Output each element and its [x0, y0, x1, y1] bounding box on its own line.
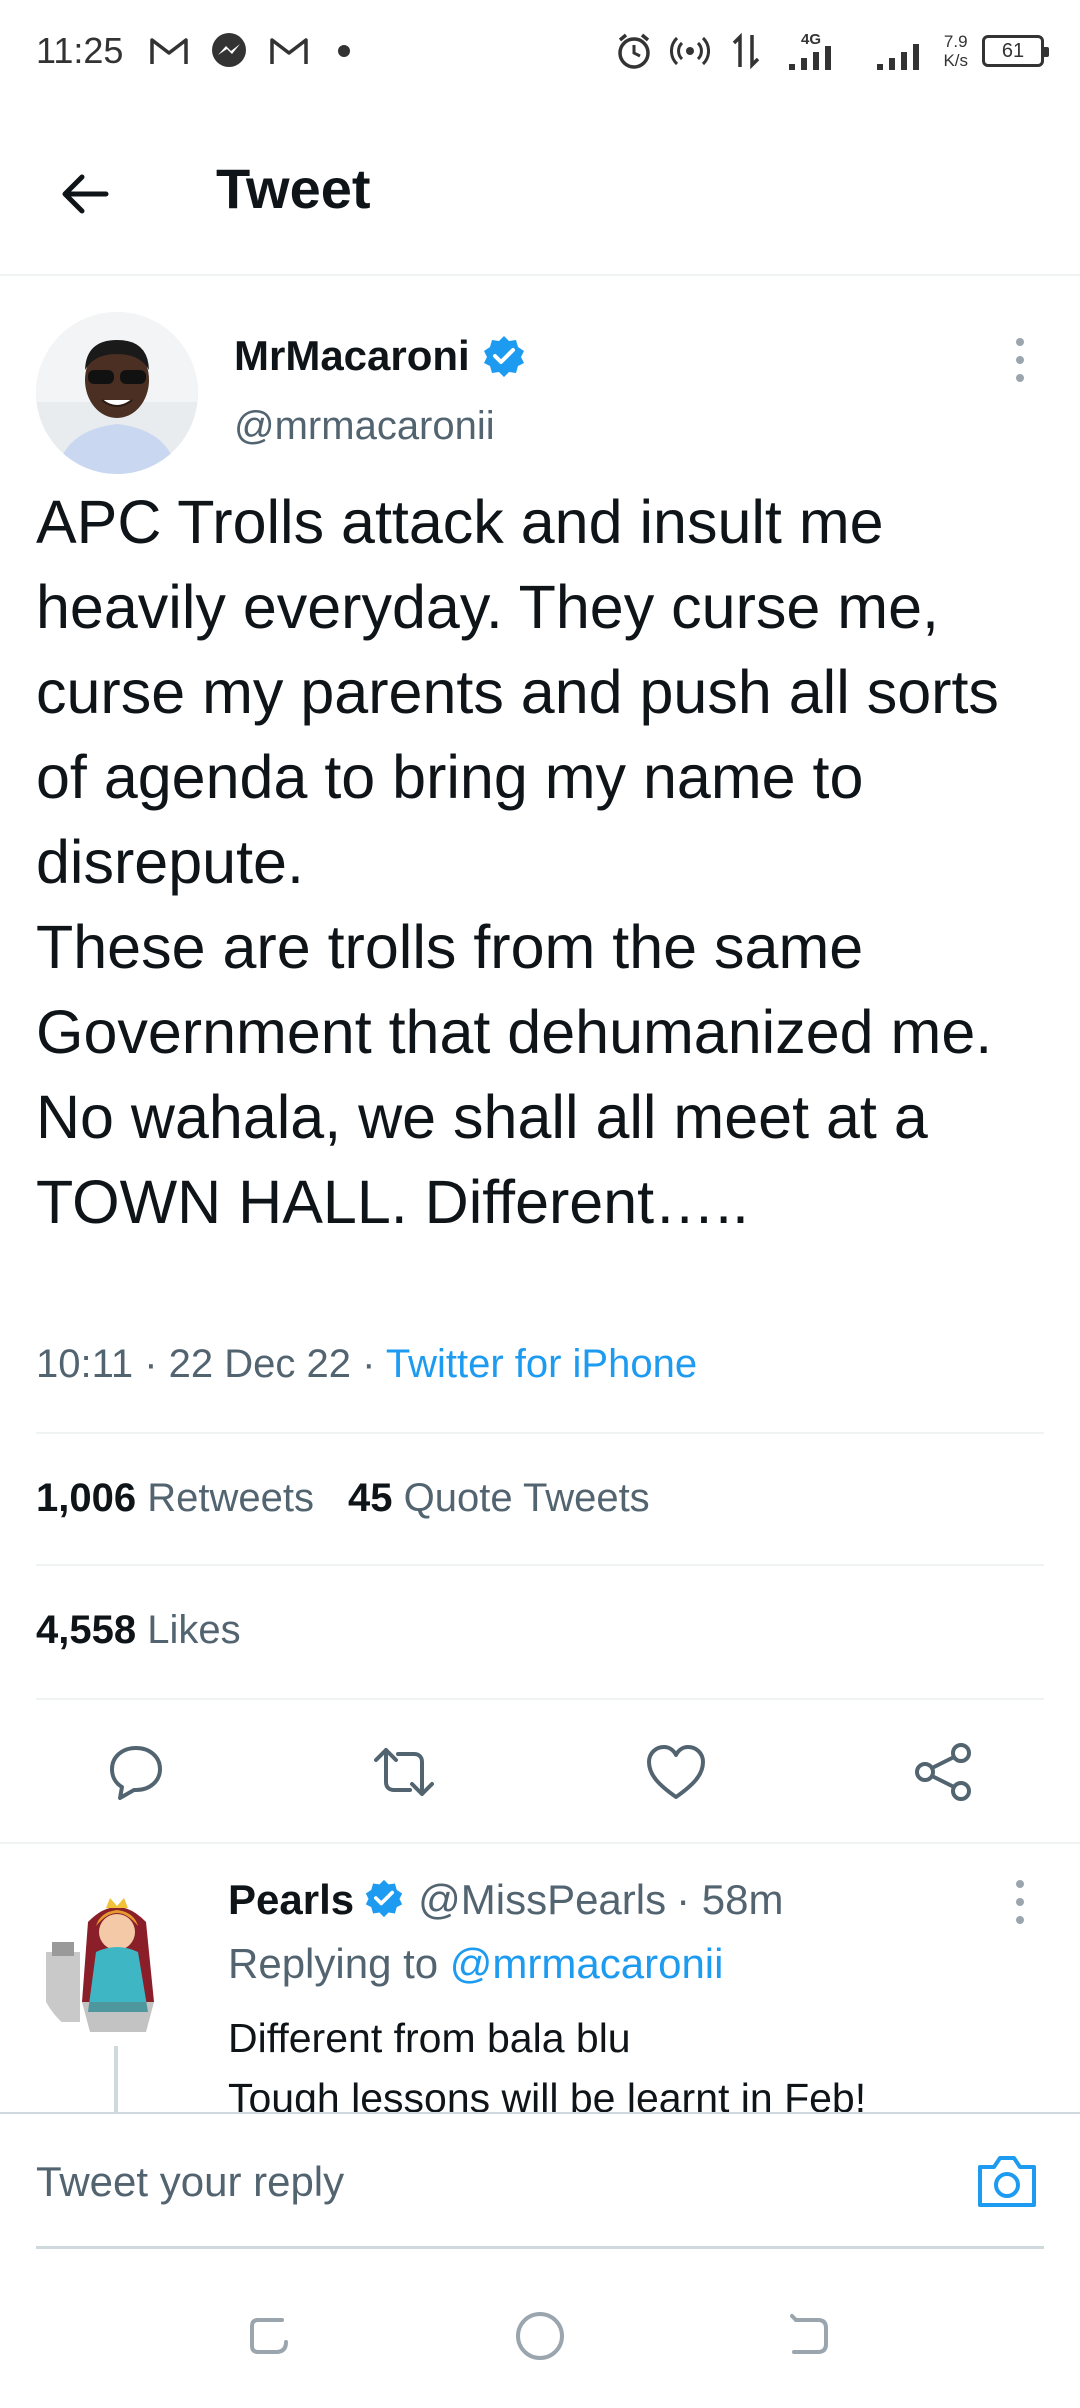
share-icon: [915, 1743, 971, 1801]
more-dot: [1016, 1916, 1024, 1924]
reply-button[interactable]: [104, 1740, 168, 1804]
data-transfer-icon: [725, 30, 767, 72]
reply-compose-bar: Tweet your reply: [0, 2112, 1080, 2249]
gmail-icon: [148, 30, 190, 72]
camera-icon: [978, 2156, 1036, 2207]
replying-to: Replying to @mrmacaronii: [228, 1940, 724, 1987]
avatar-image: [36, 1882, 198, 2044]
camera-button[interactable]: [976, 2152, 1038, 2210]
more-dot: [1016, 356, 1024, 364]
back-button[interactable]: [48, 158, 120, 230]
home-icon: [516, 2312, 564, 2360]
tweet-timestamp: 10:11 · 22 Dec 22 ·: [36, 1342, 386, 1386]
tweet-source-link[interactable]: Twitter for iPhone: [386, 1342, 697, 1386]
author-avatar[interactable]: [36, 312, 198, 474]
network-speed: 7.9 K/s: [943, 32, 968, 70]
signal-icon: [873, 30, 929, 72]
arrow-left-icon: [62, 174, 109, 214]
top-app-bar: Tweet: [0, 108, 1080, 276]
messenger-icon: [208, 30, 250, 72]
reply-author-avatar[interactable]: [36, 1882, 198, 2044]
more-options-button[interactable]: [1000, 338, 1040, 382]
compose-underline: [36, 2246, 1044, 2249]
like-button[interactable]: [644, 1740, 708, 1804]
signal-4g-icon: 4G: [781, 30, 859, 72]
battery-icon: 61: [982, 35, 1049, 67]
retweet-button[interactable]: [372, 1740, 436, 1804]
tweet-metadata: 10:11 · 22 Dec 22 · Twitter for iPhone: [36, 1342, 697, 1387]
thread-line: [114, 2046, 118, 2116]
reply-author-handle[interactable]: @MissPearls: [418, 1876, 666, 1924]
verified-badge-icon: [364, 1878, 408, 1922]
share-button[interactable]: [912, 1740, 976, 1804]
more-dot: [1016, 374, 1024, 382]
hotspot-icon: [669, 30, 711, 72]
status-bar: 11:25 4G 7.9 K/s 61: [0, 0, 1080, 108]
reply-icon: [110, 1746, 162, 1800]
reply-input[interactable]: Tweet your reply: [36, 2158, 344, 2206]
avatar-image: [36, 312, 198, 474]
recents-button[interactable]: [242, 2308, 298, 2364]
page-title: Tweet: [216, 157, 371, 220]
likes-stat[interactable]: 4,558 Likes: [36, 1608, 241, 1653]
divider: [36, 1564, 1044, 1566]
replying-to-mention[interactable]: @mrmacaronii: [450, 1940, 724, 1987]
alarm-icon: [613, 30, 655, 72]
reply-text: Different from bala blu Tough lessons wi…: [228, 2015, 867, 2112]
reply-header: Pearls @MissPearls · 58m: [228, 1876, 783, 1924]
heart-icon: [647, 1745, 705, 1799]
tweet-actions: [0, 1700, 1080, 1840]
system-navigation-bar: [0, 2260, 1080, 2408]
more-dot: [1016, 1898, 1024, 1906]
recents-icon: [250, 2318, 288, 2354]
svg-text:4G: 4G: [801, 31, 821, 48]
more-dot: [1016, 1880, 1024, 1888]
retweet-icon: [374, 1748, 434, 1796]
back-nav-button[interactable]: [780, 2308, 836, 2364]
divider: [36, 1432, 1044, 1434]
likes-stats: 4,558 Likes: [36, 1608, 241, 1653]
back-nav-icon: [790, 2314, 828, 2354]
verified-badge-icon: [482, 334, 526, 378]
reply-more-options-button[interactable]: [1000, 1880, 1040, 1924]
tweet-text: APC Trolls attack and insult me heavily …: [36, 488, 999, 1236]
notification-icons: [148, 30, 350, 72]
reply-author-name[interactable]: Pearls: [228, 1876, 354, 1924]
more-notifications-dot: [338, 45, 350, 57]
quote-tweets-stat[interactable]: 45 Quote Tweets: [348, 1476, 650, 1521]
gmail-icon: [268, 30, 310, 72]
more-dot: [1016, 338, 1024, 346]
reply-time: · 58m: [676, 1876, 784, 1923]
status-time: 11:25: [36, 30, 124, 71]
retweet-stats: 1,006 Retweets 45 Quote Tweets: [36, 1476, 650, 1521]
home-button[interactable]: [512, 2308, 568, 2364]
author-name[interactable]: MrMacaroni: [234, 332, 526, 380]
system-icons: 4G 7.9 K/s 61: [613, 30, 1049, 72]
divider: [0, 1842, 1080, 1844]
retweets-stat[interactable]: 1,006 Retweets: [36, 1476, 314, 1521]
author-handle[interactable]: @mrmacaronii: [234, 404, 495, 449]
